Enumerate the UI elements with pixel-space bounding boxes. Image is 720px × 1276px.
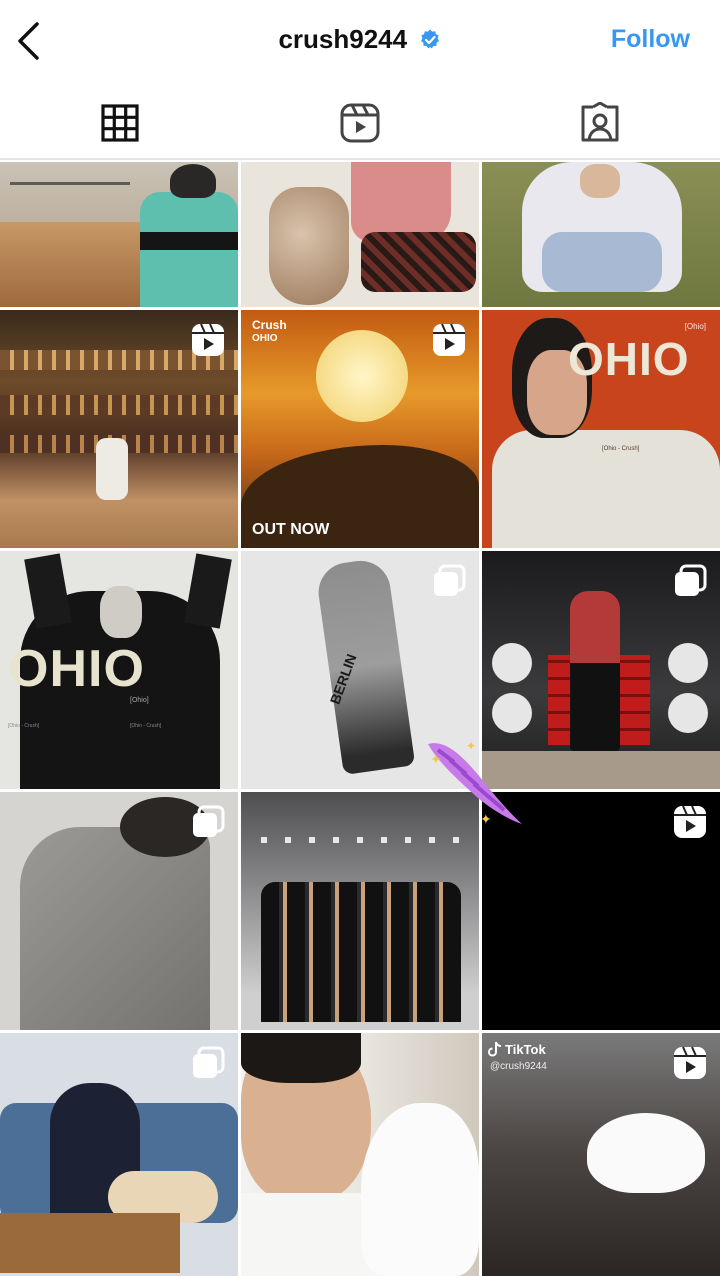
man-hair bbox=[241, 1033, 361, 1083]
carousel-badge-icon bbox=[193, 1046, 225, 1078]
post-tile[interactable] bbox=[0, 792, 238, 1030]
portrait-face bbox=[100, 586, 142, 638]
follow-button[interactable]: Follow bbox=[611, 25, 690, 54]
music-stands bbox=[10, 182, 130, 232]
group-photo bbox=[261, 882, 461, 1022]
verified-badge-icon bbox=[420, 29, 439, 48]
post-tile[interactable]: TikTok @crush9244 bbox=[482, 1033, 720, 1276]
tab-reels[interactable] bbox=[240, 86, 480, 160]
out-now-caption: OUT NOW bbox=[252, 521, 330, 538]
tagged-person-icon bbox=[581, 102, 619, 142]
white-dog-sleeping bbox=[587, 1113, 705, 1193]
globe-light bbox=[668, 643, 708, 683]
reels-badge-icon bbox=[674, 805, 706, 838]
reels-badge-icon bbox=[433, 323, 465, 356]
raised-arm-left bbox=[24, 553, 72, 629]
white-shirt bbox=[241, 1193, 381, 1276]
jumping-figure bbox=[314, 557, 416, 775]
ohio-subtitle: [Ohio] bbox=[684, 322, 706, 331]
post-tile[interactable] bbox=[482, 162, 720, 307]
post-tile[interactable] bbox=[0, 310, 238, 548]
ohio-credit-right: [Ohio - Crush] bbox=[130, 723, 162, 729]
username: crush9244 bbox=[278, 24, 408, 54]
post-tile[interactable] bbox=[0, 1033, 238, 1276]
svg-text:✦: ✦ bbox=[466, 739, 476, 753]
plaid-shoes bbox=[361, 232, 476, 292]
album-title: OHIO bbox=[252, 333, 278, 344]
clay-vase bbox=[269, 187, 349, 305]
tiktok-logo-icon bbox=[488, 1041, 502, 1057]
profile-tabs bbox=[0, 86, 720, 160]
grid-icon bbox=[101, 104, 139, 142]
tiktok-handle: @crush9244 bbox=[490, 1061, 547, 1072]
carousel-badge-icon bbox=[193, 805, 225, 837]
pink-trousers bbox=[351, 162, 451, 242]
ohio-credit: [Ohio - Crush] bbox=[602, 446, 640, 452]
face bbox=[580, 164, 620, 198]
ohio-title: OHIO bbox=[568, 333, 690, 385]
post-tile[interactable] bbox=[0, 162, 238, 307]
standing-figure bbox=[570, 591, 620, 751]
carousel-badge-icon bbox=[675, 564, 707, 596]
tiktok-brand: TikTok bbox=[505, 1041, 546, 1057]
sun bbox=[316, 330, 408, 422]
tabs-divider bbox=[0, 158, 720, 160]
globe-light bbox=[492, 643, 532, 683]
sweater-stripe bbox=[140, 232, 238, 250]
posts-grid: Crush OHIO OUT NOW OHIO [Ohio] [Ohio - C… bbox=[0, 162, 720, 1276]
post-tile[interactable]: OHIO [Ohio] [Ohio - Crush] [Ohio - Crush… bbox=[0, 551, 238, 789]
tab-tagged[interactable] bbox=[480, 86, 720, 160]
svg-text:✦: ✦ bbox=[480, 811, 492, 827]
person-head bbox=[170, 164, 216, 198]
jeans bbox=[542, 232, 662, 292]
raised-arm-right bbox=[184, 553, 232, 629]
unicorn-horn-sticker-icon: ✦ ✦ ✦ bbox=[428, 739, 522, 827]
reels-badge-icon bbox=[192, 323, 224, 356]
coffee-table bbox=[0, 1213, 180, 1273]
carousel-badge-icon bbox=[434, 564, 466, 596]
ohio-title: OHIO bbox=[8, 640, 145, 698]
globe-light bbox=[668, 693, 708, 733]
reels-icon bbox=[340, 103, 380, 143]
tab-posts-grid[interactable] bbox=[0, 86, 240, 160]
dancer bbox=[96, 438, 128, 500]
post-tile[interactable]: Crush OHIO OUT NOW bbox=[241, 310, 479, 548]
reels-badge-icon bbox=[674, 1046, 706, 1079]
svg-text:✦: ✦ bbox=[430, 751, 442, 767]
post-tile[interactable] bbox=[241, 162, 479, 307]
tiktok-watermark: TikTok bbox=[488, 1041, 546, 1057]
post-tile[interactable] bbox=[241, 1033, 479, 1276]
globe-light bbox=[492, 693, 532, 733]
album-artist: Crush bbox=[252, 318, 287, 332]
profile-header: crush9244 Follow bbox=[0, 0, 720, 86]
ohio-credit-left: [Ohio - Crush] bbox=[8, 723, 40, 729]
grey-coat bbox=[20, 827, 210, 1030]
theater-balcony bbox=[0, 395, 238, 415]
white-dog bbox=[361, 1103, 479, 1276]
post-tile[interactable]: OHIO [Ohio] [Ohio - Crush] bbox=[482, 310, 720, 548]
ohio-subtitle: [Ohio] bbox=[130, 697, 149, 704]
